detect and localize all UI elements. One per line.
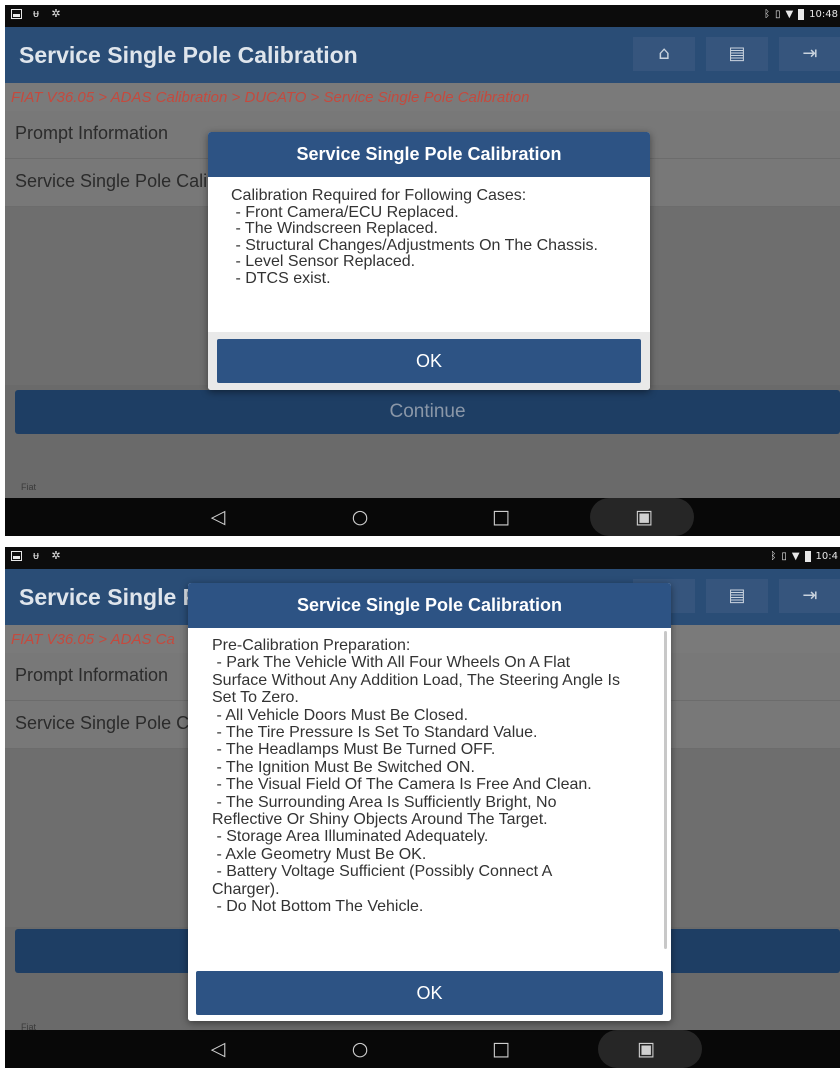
dialog-line: - Park The Vehicle With All Four Wheels … [212, 654, 571, 672]
recents-icon[interactable]: □ [488, 505, 514, 529]
exit-button[interactable]: ⇥ [779, 579, 840, 613]
gallery-notification-icon [11, 551, 22, 561]
dialog-line: Pre-Calibration Preparation: [212, 637, 411, 654]
dialog-line: - The Ignition Must Be Switched ON. [212, 758, 475, 776]
dialog-line: - Do Not Bottom The Vehicle. [212, 898, 424, 916]
back-icon[interactable]: ◁ [205, 1037, 231, 1061]
breadcrumb: FIAT V36.05 > ADAS Calibration > DUCATO … [5, 83, 840, 111]
dialog-line: - All Vehicle Doors Must Be Closed. [212, 706, 469, 724]
recents-icon[interactable]: □ [488, 1037, 514, 1061]
dialog-calibration-cases: Service Single Pole Calibration Calibrat… [208, 132, 650, 390]
dialog-footer: OK [188, 963, 671, 1021]
print-button[interactable]: ▤ [706, 37, 768, 71]
continue-button[interactable]: Continue [15, 390, 840, 434]
print-button[interactable]: ▤ [706, 579, 768, 613]
page-title: Service Single Pole Calibration [19, 42, 358, 68]
dialog-line: Charger). [212, 880, 280, 898]
dialog-line: - The Visual Field Of The Camera Is Free… [212, 776, 592, 794]
dialog-line: - The Headlamps Must Be Turned OFF. [212, 741, 496, 759]
bluetooth-icon: ᛒ [770, 551, 777, 562]
gallery-notification-icon [11, 9, 22, 19]
exit-icon: ⇥ [802, 43, 818, 64]
dialog-line: - The Tire Pressure Is Set To Standard V… [212, 724, 538, 742]
clock: 10:48 [809, 9, 838, 20]
dialog-title: Service Single Pole Calibration [188, 583, 671, 628]
dialog-line: - Storage Area Illuminated Adequately. [212, 828, 489, 846]
dialog-line: - Battery Voltage Sufficient (Possibly C… [212, 863, 553, 881]
dialog-line: - The Surrounding Area Is Sufficiently B… [212, 793, 557, 811]
printer-icon: ▤ [728, 585, 746, 606]
home-circle-icon[interactable]: ○ [347, 1037, 373, 1061]
footer-brand: Fiat [21, 482, 37, 492]
wifi-icon: ▼ [791, 551, 800, 562]
dialog-footer: OK [208, 332, 650, 390]
bluetooth-icon: ᛒ [763, 9, 770, 20]
vibrate-icon: ▯ [774, 9, 781, 20]
home-circle-icon[interactable]: ○ [347, 505, 373, 529]
dialog-line: Calibration Required for Following Cases… [231, 187, 527, 204]
vibrate-icon: ▯ [781, 551, 787, 562]
dialog-scrollbar[interactable] [664, 631, 667, 949]
screenshot-icon[interactable]: ▣ [631, 505, 657, 529]
status-bar: ᵾ ✲ ᛒ ▯ ▼ 10:4 [5, 547, 840, 569]
ok-button[interactable]: OK [217, 339, 641, 383]
debug-icon: ✲ [51, 8, 61, 20]
home-icon: ⌂ [658, 43, 670, 64]
dialog-line: Surface Without Any Addition Load, The S… [212, 671, 620, 689]
back-icon[interactable]: ◁ [205, 505, 231, 529]
dialog-line: Set To Zero. [212, 689, 299, 707]
dialog-message: Pre-Calibration Preparation: - Park The … [188, 628, 671, 916]
screenshot-icon[interactable]: ▣ [633, 1037, 659, 1061]
usb-icon: ᵾ [32, 550, 39, 562]
android-nav-bar: ◁ ○ □ ▣ [5, 1030, 840, 1068]
android-nav-bar: ◁ ○ □ ▣ [5, 498, 840, 536]
dialog-line: - Axle Geometry Must Be OK. [212, 845, 427, 863]
title-bar: Service Single Pole Calibration ⌂ ▤ ⇥ [5, 27, 840, 83]
dialog-line: - Level Sensor Replaced. [231, 253, 416, 270]
printer-icon: ▤ [728, 43, 746, 64]
dialog-line: - Front Camera/ECU Replaced. [231, 203, 459, 221]
home-button[interactable]: ⌂ [633, 37, 695, 71]
dialog-line: - The Windscreen Replaced. [231, 220, 438, 237]
battery-icon [798, 9, 805, 20]
page-title: Service Single P [19, 584, 198, 610]
battery-icon [804, 551, 811, 562]
status-bar: ᵾ ✲ ᛒ ▯ ▼ 10:48 [5, 5, 840, 27]
screenshot-bottom: ᵾ ✲ ᛒ ▯ ▼ 10:4 Service Single P ⌂ ▤ ⇥ FI… [5, 547, 840, 1068]
dialog-pre-calibration: Service Single Pole Calibration Pre-Cali… [188, 583, 671, 1021]
dialog-line: - Structural Changes/Adjustments On The … [231, 236, 598, 254]
dialog-line: - DTCS exist. [231, 269, 331, 287]
dialog-line: Reflective Or Shiny Objects Around The T… [212, 811, 548, 829]
clock: 10:4 [815, 551, 838, 562]
dialog-title: Service Single Pole Calibration [208, 132, 650, 177]
debug-icon: ✲ [51, 550, 61, 562]
ok-button[interactable]: OK [196, 971, 663, 1015]
wifi-icon: ▼ [785, 9, 794, 20]
screenshot-top: ᵾ ✲ ᛒ ▯ ▼ 10:48 Service Single Pole Cali… [5, 5, 840, 536]
dialog-message: Calibration Required for Following Cases… [208, 177, 650, 287]
usb-icon: ᵾ [32, 8, 39, 20]
exit-button[interactable]: ⇥ [779, 37, 840, 71]
exit-icon: ⇥ [802, 585, 818, 606]
